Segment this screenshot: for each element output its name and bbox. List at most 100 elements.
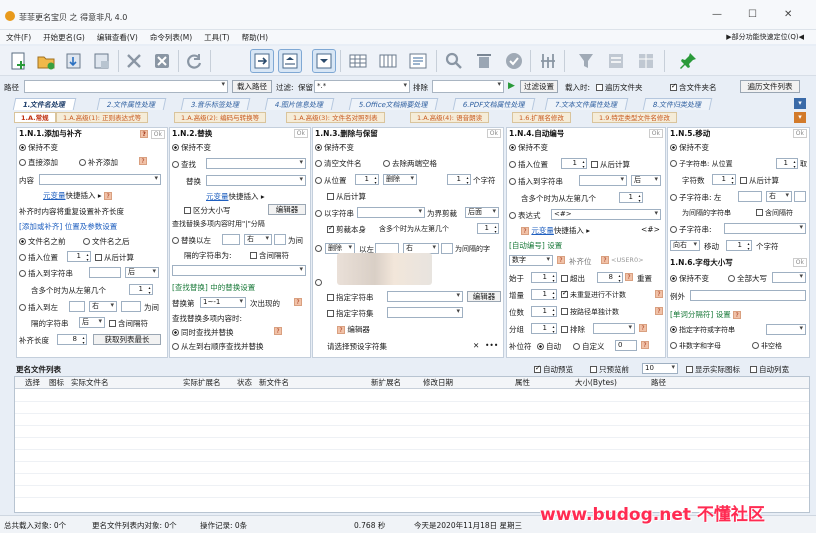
custom-radio[interactable]: 自定义 xyxy=(573,341,605,352)
arrow-up-icon[interactable] xyxy=(278,49,302,73)
load-path-button[interactable]: 载入路径 xyxy=(232,80,272,93)
digits-spinner[interactable]: 1 xyxy=(531,306,557,317)
editor-button[interactable]: 编辑器 xyxy=(467,291,501,302)
expr-input[interactable]: <#> xyxy=(551,209,661,220)
subtab-voice[interactable]: 1.A.高级(4): 语音朗读 xyxy=(410,112,490,123)
auto-preview-checkbox[interactable]: 自动预览 xyxy=(534,364,573,375)
delete-between-radio[interactable] xyxy=(315,244,324,253)
var-quick-insert[interactable]: 元变量快捷插入 ▸ xyxy=(206,191,265,202)
specify-radio[interactable] xyxy=(315,278,324,287)
help-icon[interactable]: ? xyxy=(294,298,302,306)
ok-button[interactable]: Ok xyxy=(293,129,308,138)
left-str-input[interactable] xyxy=(69,301,85,312)
count-spinner[interactable]: 1 xyxy=(447,174,471,185)
col-icon[interactable]: 图标 xyxy=(49,377,64,388)
non-space-radio[interactable]: 非空格 xyxy=(752,341,782,351)
keep-filter-input[interactable]: *.* xyxy=(314,80,410,93)
help-icon[interactable]: ? xyxy=(625,273,633,281)
insert-pos-radio[interactable]: 插入位置 xyxy=(509,159,548,170)
sub-str-input[interactable] xyxy=(724,223,806,234)
replace-input[interactable] xyxy=(206,175,306,186)
pad-length-spinner[interactable]: 8 xyxy=(57,334,87,345)
ok-button[interactable]: Ok xyxy=(792,129,807,138)
nth-select[interactable]: 1~-1 xyxy=(200,297,246,308)
arrow-right-icon[interactable] xyxy=(250,49,274,73)
insert-to-str-radio[interactable]: 插入到字符串 xyxy=(19,268,73,279)
sub-str-radio[interactable]: 子字符串: xyxy=(670,224,712,235)
insert-pos-spinner[interactable]: 1 xyxy=(67,251,91,262)
help-icon[interactable]: ? xyxy=(655,290,663,298)
insert-str-input[interactable] xyxy=(579,175,627,186)
subtabs-dropdown-icon[interactable]: ▾ xyxy=(794,112,806,123)
right-select[interactable]: 右 xyxy=(89,301,117,312)
insert-to-radio[interactable]: 插入到左 xyxy=(19,302,58,313)
delete-select[interactable]: 删除 xyxy=(383,174,417,185)
menu-start-rename[interactable]: 开始更名(G) xyxy=(43,32,85,43)
pad-add-radio[interactable]: 补齐添加 xyxy=(79,157,118,168)
auto-width-checkbox[interactable]: 自动列宽 xyxy=(750,364,789,375)
non-digit-radio[interactable]: 非数字和字母 xyxy=(670,341,721,351)
tab-image-info[interactable]: 4.图片信息处理 xyxy=(264,98,334,110)
help-icon[interactable]: ? xyxy=(139,157,147,165)
content-input[interactable] xyxy=(39,174,161,185)
sequential-radio[interactable]: 从左到右顺序查找并替换 xyxy=(172,341,264,352)
tab-pdf-attr[interactable]: 6.PDF文档属性处理 xyxy=(452,98,536,110)
from-after-checkbox[interactable]: 从后计算 xyxy=(740,175,779,186)
menu-file[interactable]: 文件(F) xyxy=(6,32,31,43)
case-checkbox[interactable]: 区分大小写 xyxy=(184,205,231,216)
clear-icon[interactable] xyxy=(150,49,174,73)
menu-help[interactable]: 帮助(H) xyxy=(242,32,269,43)
insert-str-input[interactable] xyxy=(89,267,121,278)
insert-to-str-radio[interactable]: 插入到字符串 xyxy=(509,176,563,187)
expr-radio[interactable]: 表达式 xyxy=(509,210,541,221)
include-folder-name-checkbox[interactable]: 含文件夹名 xyxy=(670,82,717,93)
cut-self-checkbox[interactable]: 剪裁本身 xyxy=(327,224,366,235)
tabs-dropdown-icon[interactable]: ▾ xyxy=(794,98,806,109)
include-gap-checkbox[interactable]: 含间隔符 xyxy=(250,250,289,261)
user-tag[interactable]: <USER0> xyxy=(611,256,644,264)
import-icon[interactable] xyxy=(62,49,86,73)
remove-spaces-radio[interactable]: 去除两端空格 xyxy=(383,158,437,169)
preview-count-select[interactable]: 10 xyxy=(642,363,678,374)
ok-button[interactable]: Ok xyxy=(648,129,663,138)
subtab-special-type[interactable]: 1.9.特定类型文件名修改 xyxy=(592,112,677,123)
only-preview-checkbox[interactable]: 只预览前 xyxy=(590,364,629,375)
step-spinner[interactable]: 1 xyxy=(531,289,557,300)
from-after-checkbox[interactable]: 从后计算 xyxy=(591,159,630,170)
specify-chars-input[interactable] xyxy=(387,291,463,302)
col-size[interactable]: 大小(Bytes) xyxy=(575,377,617,388)
include-gap-checkbox[interactable]: 含间隔符 xyxy=(109,318,148,329)
check-icon[interactable] xyxy=(502,49,526,73)
export-icon[interactable] xyxy=(90,49,114,73)
start-spinner[interactable]: 1 xyxy=(531,272,557,283)
tab-office-summary[interactable]: 5.Office文档摘要处理 xyxy=(348,98,439,110)
menu-tools[interactable]: 工具(T) xyxy=(204,32,229,43)
specify-set-checkbox[interactable]: 指定字符集 xyxy=(327,308,374,319)
before-name-radio[interactable]: 文件名之前 xyxy=(19,236,66,247)
var-quick-insert[interactable]: ? 元变量快捷插入 ▸ xyxy=(521,225,590,236)
traverse-folder-checkbox[interactable]: 遍历文件夹 xyxy=(596,82,643,93)
group-spinner[interactable]: 1 xyxy=(531,323,557,334)
tab-file-attr[interactable]: 2.文件属性处理 xyxy=(96,98,166,110)
table-icon[interactable] xyxy=(634,49,658,73)
keep-radio[interactable]: 保持不变 xyxy=(315,142,354,153)
minimize-button[interactable]: — xyxy=(712,9,722,20)
col-new-name[interactable]: 新文件名 xyxy=(259,377,289,388)
insert-pos-radio[interactable]: 插入位置 xyxy=(19,252,58,263)
close-button[interactable]: ✕ xyxy=(784,9,792,20)
get-longest-button[interactable]: 获取列表最长 xyxy=(93,334,161,345)
right-input[interactable] xyxy=(274,234,286,245)
exclude-filter-input[interactable] xyxy=(432,80,504,93)
col-real-name[interactable]: 实际文件名 xyxy=(71,377,109,388)
auto-radio[interactable]: 自动 xyxy=(537,341,561,352)
from-after-checkbox[interactable]: 从后计算 xyxy=(327,191,366,202)
by-str-input[interactable] xyxy=(357,207,425,218)
after-select[interactable]: 后面 xyxy=(465,207,499,218)
subtab-regex[interactable]: 1.A.高级(1): 正则表达式等 xyxy=(56,112,149,123)
var-quick-insert[interactable]: 元变量快捷插入 ▸ ? xyxy=(43,190,113,201)
keep-radio[interactable]: 保持不变 xyxy=(509,142,548,153)
spec-word-select[interactable] xyxy=(766,324,806,335)
subtab-general[interactable]: 1.A.常规 xyxy=(14,112,56,123)
select-preset-label[interactable]: 请选择预设字符集 xyxy=(327,341,387,352)
sub-from-pos-radio[interactable]: 子字符串: 从位置 xyxy=(670,159,733,169)
